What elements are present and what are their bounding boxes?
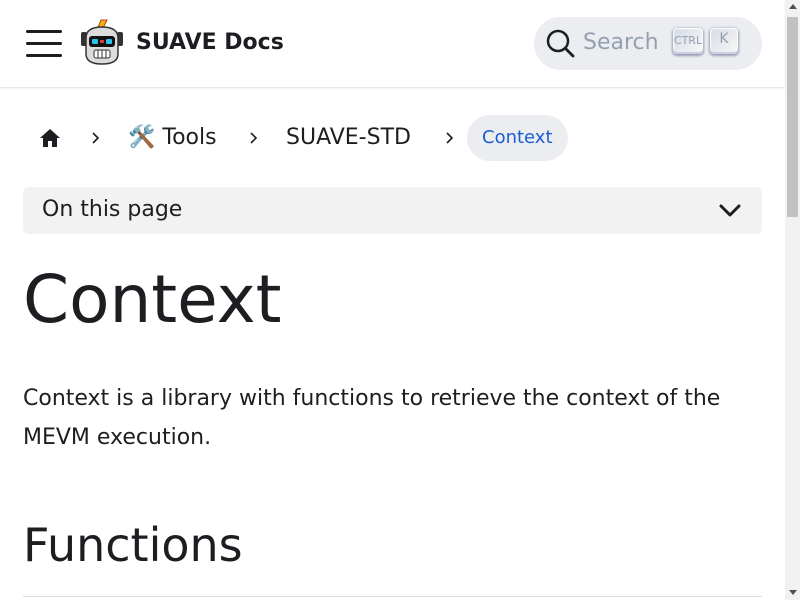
k-key-hint: K	[710, 28, 738, 54]
breadcrumb-item-suave-std[interactable]: SUAVE-STD	[286, 115, 411, 161]
home-icon[interactable]	[39, 127, 61, 149]
chevron-right-icon	[92, 132, 100, 144]
site-title[interactable]: SUAVE Docs	[136, 28, 284, 58]
page-description: Context is a library with functions to r…	[23, 386, 721, 450]
breadcrumb: 🛠️ Tools SUAVE-STD Context	[23, 115, 783, 161]
scroll-up-arrow-icon[interactable]	[789, 4, 797, 9]
scroll-down-arrow-icon[interactable]	[789, 590, 797, 595]
search-placeholder: Search	[583, 30, 659, 55]
on-this-page-toggle[interactable]: On this page	[23, 187, 762, 234]
vertical-scrollbar[interactable]	[785, 0, 800, 600]
ctrl-key-hint: CTRL	[673, 28, 703, 54]
scrollbar-thumb[interactable]	[787, 17, 798, 217]
search-button[interactable]: Search CTRL K	[534, 17, 762, 70]
robot-logo-icon[interactable]	[78, 18, 126, 68]
section-divider	[23, 596, 762, 597]
section-heading-functions: Functions	[23, 518, 243, 572]
search-icon	[546, 29, 575, 58]
breadcrumb-item-tools[interactable]: 🛠️ Tools	[128, 115, 217, 161]
chevron-right-icon	[250, 132, 258, 144]
breadcrumb-item-current[interactable]: Context	[467, 115, 568, 161]
chevron-right-icon	[446, 132, 454, 144]
navbar: SUAVE Docs Search CTRL K	[0, 0, 784, 88]
hamburger-menu-icon[interactable]	[26, 28, 64, 58]
chevron-down-icon	[719, 204, 741, 217]
toc-label: On this page	[42, 197, 183, 222]
page-title: Context	[23, 261, 282, 338]
